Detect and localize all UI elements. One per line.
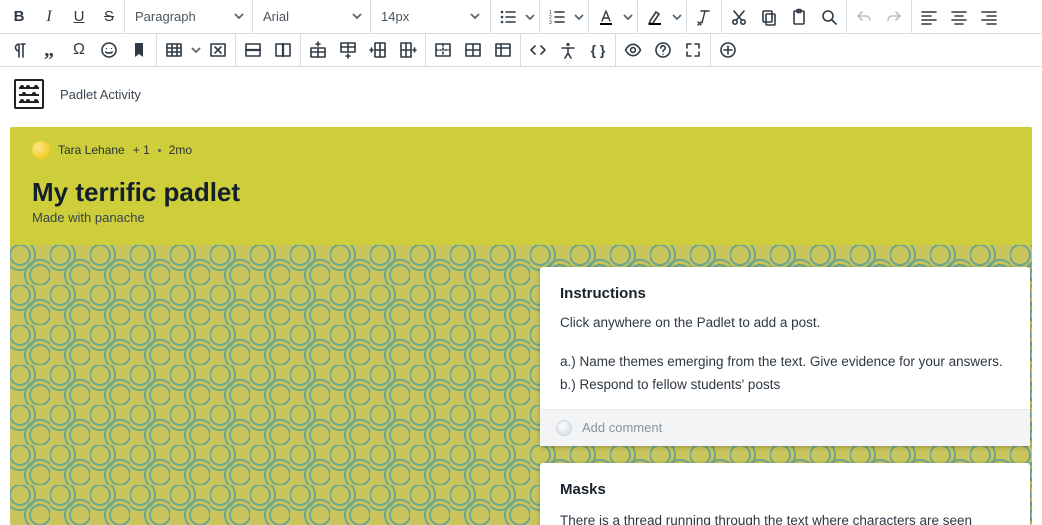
emoji-button[interactable] <box>94 35 124 65</box>
unordered-list-dropdown[interactable] <box>523 2 537 32</box>
author-name: Tara Lehane <box>58 143 125 157</box>
ordered-list-dropdown[interactable] <box>572 2 586 32</box>
undo-button[interactable] <box>849 2 879 32</box>
delete-table-button[interactable] <box>203 35 233 65</box>
toolbar-row-2: „ Ω { } <box>0 33 1042 66</box>
padlet-embed: Tara Lehane + 1 2mo My terrific padlet M… <box>10 127 1032 525</box>
code-view-button[interactable] <box>523 35 553 65</box>
insert-col-right-button[interactable] <box>393 35 423 65</box>
split-cell-button[interactable] <box>458 35 488 65</box>
redo-button[interactable] <box>879 2 909 32</box>
unordered-list-button[interactable] <box>493 2 523 32</box>
card-intro: Click anywhere on the Padlet to add a po… <box>560 314 1010 333</box>
padlet-card-instructions[interactable]: Instructions Click anywhere on the Padle… <box>540 267 1030 446</box>
paste-button[interactable] <box>784 2 814 32</box>
collaborator-count: + 1 <box>133 143 150 157</box>
abacus-icon <box>14 79 44 109</box>
post-age: 2mo <box>169 143 192 157</box>
ordered-list-button[interactable]: 123 <box>542 2 572 32</box>
bookmark-button[interactable] <box>124 35 154 65</box>
strikethrough-button[interactable]: S <box>94 2 124 32</box>
strike-glyph: S <box>104 8 114 25</box>
toolbar-row-1: B I U S Paragraph Arial 14px 123 <box>0 0 1042 33</box>
text-color-button[interactable] <box>591 2 621 32</box>
author-avatar-icon <box>32 141 50 159</box>
paragraph-picker[interactable]: Paragraph <box>124 0 252 33</box>
paragraph-mark-button[interactable] <box>4 35 34 65</box>
merge-cells-button[interactable] <box>428 35 458 65</box>
highlight-button[interactable] <box>640 2 670 32</box>
insert-col-left-button[interactable] <box>363 35 393 65</box>
card-heading: Masks <box>560 481 1010 498</box>
special-char-button[interactable]: Ω <box>64 35 94 65</box>
table-row-button[interactable] <box>238 35 268 65</box>
align-left-button[interactable] <box>914 2 944 32</box>
insert-row-above-button[interactable] <box>303 35 333 65</box>
align-center-button[interactable] <box>944 2 974 32</box>
highlight-dropdown[interactable] <box>670 2 684 32</box>
text-color-dropdown[interactable] <box>621 2 635 32</box>
add-button[interactable] <box>713 35 743 65</box>
toolbar: B I U S Paragraph Arial 14px 123 <box>0 0 1042 67</box>
font-picker[interactable]: Arial <box>252 0 370 33</box>
search-button[interactable] <box>814 2 844 32</box>
bold-button[interactable]: B <box>4 2 34 32</box>
dot-separator-icon <box>158 149 161 152</box>
add-comment-placeholder: Add comment <box>582 420 662 435</box>
insert-table-dropdown[interactable] <box>189 35 203 65</box>
chevron-down-icon <box>456 9 480 24</box>
activity-title: Padlet Activity <box>60 87 141 102</box>
preview-button[interactable] <box>618 35 648 65</box>
underline-glyph: U <box>74 8 85 25</box>
padlet-card-masks[interactable]: Masks There is a thread running through … <box>540 463 1030 525</box>
clear-formatting-button[interactable] <box>689 2 719 32</box>
padlet-header: Tara Lehane + 1 2mo My terrific padlet M… <box>10 127 1032 245</box>
card-heading: Instructions <box>560 285 1010 302</box>
braces-button[interactable]: { } <box>583 35 613 65</box>
underline-button[interactable]: U <box>64 2 94 32</box>
cell-options-button[interactable] <box>488 35 518 65</box>
svg-text:3: 3 <box>549 20 552 26</box>
size-picker-label: 14px <box>381 9 409 24</box>
paragraph-picker-label: Paragraph <box>135 9 196 24</box>
card-question-a: a.) Name themes emerging from the text. … <box>560 351 1010 374</box>
padlet-title: My terrific padlet <box>32 177 1010 208</box>
insert-table-button[interactable] <box>159 35 189 65</box>
help-button[interactable] <box>648 35 678 65</box>
blockquote-button[interactable]: „ <box>34 35 64 65</box>
cut-button[interactable] <box>724 2 754 32</box>
activity-bar: Padlet Activity <box>0 67 1042 127</box>
card-body: There is a thread running through the te… <box>560 510 1010 525</box>
copy-button[interactable] <box>754 2 784 32</box>
user-avatar-icon <box>556 420 572 436</box>
add-comment-bar[interactable]: Add comment <box>540 409 1030 446</box>
accessibility-button[interactable] <box>553 35 583 65</box>
size-picker[interactable]: 14px <box>370 0 488 33</box>
table-column-button[interactable] <box>268 35 298 65</box>
padlet-canvas[interactable]: Instructions Click anywhere on the Padle… <box>10 245 1032 525</box>
padlet-meta: Tara Lehane + 1 2mo <box>32 141 1010 159</box>
italic-button[interactable]: I <box>34 2 64 32</box>
font-picker-label: Arial <box>263 9 289 24</box>
chevron-down-icon <box>338 9 362 24</box>
card-question-b: b.) Respond to fellow students' posts <box>560 374 1010 397</box>
padlet-subtitle: Made with panache <box>32 210 1010 225</box>
fullscreen-button[interactable] <box>678 35 708 65</box>
chevron-down-icon <box>220 9 244 24</box>
align-right-button[interactable] <box>974 2 1004 32</box>
insert-row-below-button[interactable] <box>333 35 363 65</box>
